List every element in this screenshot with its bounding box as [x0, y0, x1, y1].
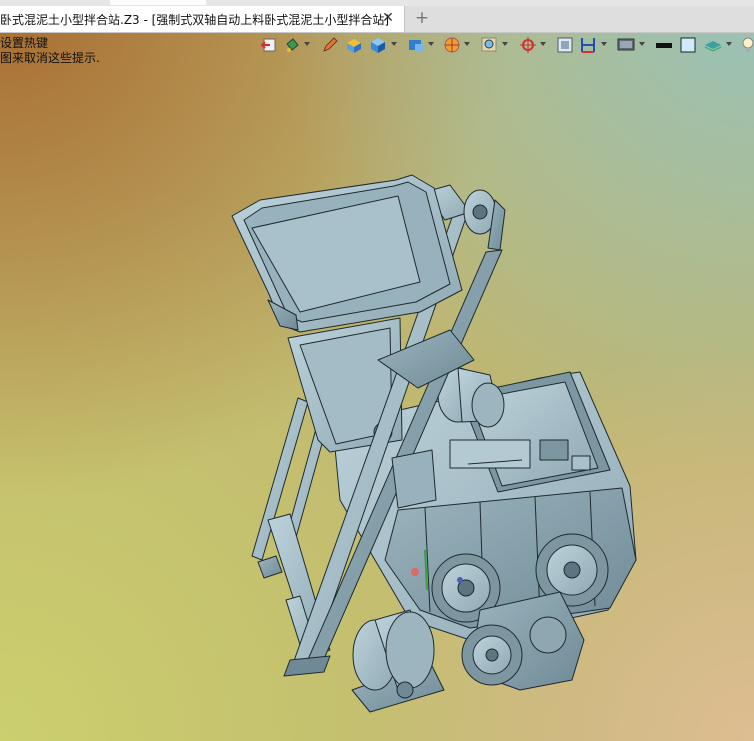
cube-icon[interactable]	[369, 36, 387, 54]
zoom-icon[interactable]	[481, 36, 499, 54]
paint-bucket-icon[interactable]	[283, 36, 301, 54]
hint-line-2: 图来取消这些提示.	[0, 51, 100, 65]
box-color-icon[interactable]	[345, 36, 363, 54]
black-line-icon[interactable]	[655, 36, 673, 54]
view-toolbar	[255, 33, 754, 57]
hint-text: 设置热键 图来取消这些提示.	[0, 36, 100, 66]
3d-viewport[interactable]	[0, 0, 754, 741]
frame-icon[interactable]	[556, 36, 574, 54]
hint-line-1: 设置热键	[0, 36, 49, 50]
target-icon[interactable]	[519, 36, 537, 54]
display-icon[interactable]	[617, 36, 635, 54]
dropdown-arrow-icon[interactable]	[639, 42, 645, 46]
dropdown-arrow-icon[interactable]	[391, 42, 397, 46]
dropdown-arrow-icon[interactable]	[428, 42, 434, 46]
close-icon[interactable]: ✕	[380, 10, 396, 26]
tab-title: 卧式混泥土小型拌合站.Z3 - [强制式双轴自动上料卧式混泥土小型拌合站]	[0, 12, 389, 27]
document-tab[interactable]: 卧式混泥土小型拌合站.Z3 - [强制式双轴自动上料卧式混泥土小型拌合站] ✕	[0, 6, 405, 32]
document-tab-bar: 卧式混泥土小型拌合站.Z3 - [强制式双轴自动上料卧式混泥土小型拌合站] ✕ …	[0, 6, 754, 33]
exit-icon[interactable]	[261, 36, 279, 54]
dropdown-arrow-icon[interactable]	[502, 42, 508, 46]
cube-view-icon[interactable]	[407, 36, 425, 54]
dropdown-arrow-icon[interactable]	[601, 42, 607, 46]
lightbulb-icon[interactable]	[739, 36, 754, 54]
dimension-icon[interactable]	[579, 36, 597, 54]
concrete-mixer-model[interactable]	[0, 0, 754, 741]
section-view-icon[interactable]	[443, 36, 461, 54]
dropdown-arrow-icon[interactable]	[540, 42, 546, 46]
new-tab-button[interactable]: +	[413, 9, 431, 27]
white-box-icon[interactable]	[679, 36, 697, 54]
layer-icon[interactable]	[704, 36, 722, 54]
pencil-icon[interactable]	[321, 36, 339, 54]
dropdown-arrow-icon[interactable]	[304, 42, 310, 46]
dropdown-arrow-icon[interactable]	[464, 42, 470, 46]
dropdown-arrow-icon[interactable]	[726, 42, 732, 46]
